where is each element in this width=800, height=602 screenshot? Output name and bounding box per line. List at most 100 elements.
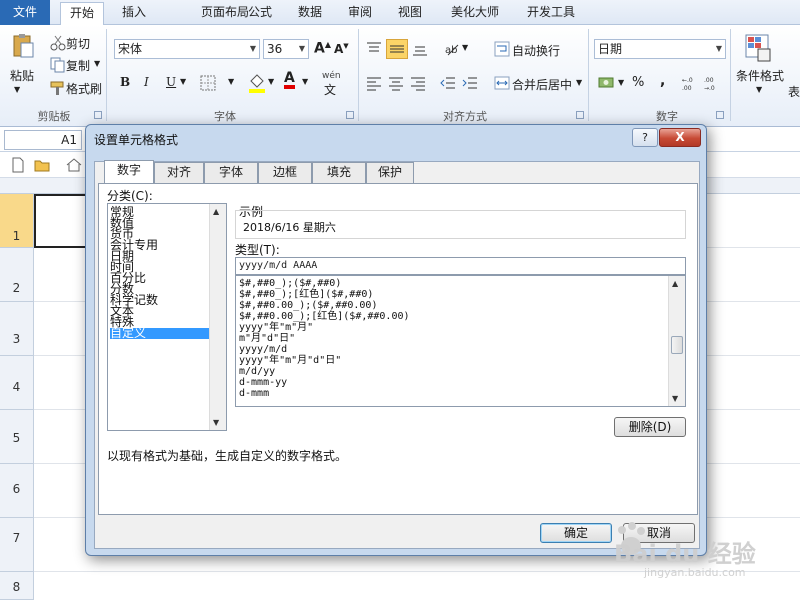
align-center-icon[interactable] bbox=[388, 75, 404, 91]
orientation-icon[interactable]: ab bbox=[444, 41, 460, 57]
row-header[interactable]: 8 bbox=[0, 572, 34, 600]
font-color-icon[interactable]: A bbox=[284, 71, 295, 89]
format-type-list[interactable]: $#,##0_);($#,##0) $#,##0_);[红色]($#,##0) … bbox=[235, 275, 686, 407]
tab-number[interactable]: 数字 bbox=[104, 160, 154, 184]
comma-button[interactable]: , bbox=[660, 73, 665, 89]
row-header[interactable]: 3 bbox=[0, 302, 34, 356]
align-bottom-icon[interactable] bbox=[412, 41, 428, 57]
list-item[interactable]: m/d/yy bbox=[239, 366, 275, 377]
font-size-combo[interactable]: 36 ▼ bbox=[263, 39, 309, 59]
ok-button[interactable]: 确定 bbox=[540, 523, 612, 543]
new-document-icon[interactable] bbox=[10, 157, 26, 173]
number-launcher-icon[interactable] bbox=[716, 111, 724, 119]
row-header[interactable]: 6 bbox=[0, 464, 34, 518]
decrease-indent-icon[interactable] bbox=[440, 75, 456, 91]
close-button[interactable]: X bbox=[659, 128, 701, 147]
scroll-down-icon[interactable]: ▼ bbox=[672, 394, 678, 403]
copy-button[interactable]: 复制 bbox=[66, 57, 90, 74]
format-as-table-button[interactable]: 表 bbox=[788, 83, 800, 100]
list-item[interactable]: $#,##0_);[红色]($#,##0) bbox=[239, 289, 373, 300]
tab-home[interactable]: 开始 bbox=[60, 2, 104, 26]
clipboard-launcher-icon[interactable] bbox=[94, 111, 102, 119]
underline-dropdown-icon[interactable]: ▼ bbox=[180, 77, 186, 86]
row-header[interactable]: 5 bbox=[0, 410, 34, 464]
list-item[interactable]: $#,##0.00_);[红色]($#,##0.00) bbox=[239, 311, 410, 322]
name-box[interactable]: A1 bbox=[4, 130, 82, 150]
currency-icon[interactable] bbox=[598, 75, 618, 91]
list-item[interactable]: m"月"d"日" bbox=[239, 333, 295, 344]
format-painter-button[interactable]: 格式刷 bbox=[66, 80, 102, 97]
tab-formulas[interactable]: 公式 bbox=[240, 2, 280, 25]
row-header[interactable]: 4 bbox=[0, 356, 34, 410]
scroll-up-icon[interactable]: ▲ bbox=[213, 207, 219, 216]
increase-decimal-icon[interactable]: ←.0.00 bbox=[682, 75, 698, 92]
list-item[interactable]: d-mmm bbox=[239, 388, 269, 399]
fill-color-icon[interactable] bbox=[248, 73, 266, 93]
increase-indent-icon[interactable] bbox=[462, 75, 478, 91]
fill-color-dropdown-icon[interactable]: ▼ bbox=[268, 77, 274, 86]
align-top-icon[interactable] bbox=[366, 41, 382, 57]
decrease-decimal-icon[interactable]: .00 →.0 bbox=[704, 75, 720, 92]
category-scrollbar[interactable]: ▲ ▼ bbox=[209, 204, 226, 430]
paste-button[interactable]: 粘贴 bbox=[10, 67, 34, 84]
border-dropdown-icon[interactable]: ▼ bbox=[228, 77, 234, 86]
conditional-format-icon[interactable] bbox=[744, 33, 772, 63]
tab-view[interactable]: 视图 bbox=[390, 2, 430, 25]
currency-dropdown-icon[interactable]: ▼ bbox=[618, 78, 624, 87]
conditional-format-dropdown-icon[interactable]: ▼ bbox=[756, 85, 762, 94]
wrap-text-button[interactable]: 自动换行 bbox=[512, 42, 560, 59]
underline-button[interactable]: U bbox=[166, 75, 176, 89]
percent-button[interactable]: % bbox=[632, 75, 644, 90]
delete-button[interactable]: 删除(D) bbox=[614, 417, 686, 437]
conditional-format-button[interactable]: 条件格式 bbox=[736, 67, 784, 84]
tab-insert[interactable]: 插入 bbox=[112, 2, 156, 25]
scrollbar-thumb[interactable] bbox=[671, 336, 683, 354]
tab-data[interactable]: 数据 bbox=[290, 2, 330, 25]
category-list[interactable]: 常规 数值 货币 会计专用 日期 时间 百分比 分数 科学记数 文本 特殊 自定… bbox=[107, 203, 227, 431]
row-header[interactable]: 2 bbox=[0, 248, 34, 302]
tab-file[interactable]: 文件 bbox=[0, 0, 50, 25]
list-item[interactable]: $#,##0_);($#,##0) bbox=[239, 278, 341, 289]
font-launcher-icon[interactable] bbox=[346, 111, 354, 119]
tab-review[interactable]: 审阅 bbox=[340, 2, 380, 25]
paste-dropdown-icon[interactable]: ▼ bbox=[14, 85, 20, 94]
tab-alignment[interactable]: 对齐 bbox=[154, 162, 204, 183]
copy-dropdown-icon[interactable]: ▼ bbox=[94, 59, 100, 68]
help-button[interactable]: ? bbox=[632, 128, 658, 147]
align-left-icon[interactable] bbox=[366, 75, 382, 91]
border-icon[interactable] bbox=[200, 75, 216, 91]
tab-fill[interactable]: 填充 bbox=[312, 162, 366, 183]
list-item[interactable]: $#,##0.00_);($#,##0.00) bbox=[239, 300, 377, 311]
align-right-icon[interactable] bbox=[410, 75, 426, 91]
tab-protection[interactable]: 保护 bbox=[366, 162, 414, 183]
format-list-scrollbar[interactable]: ▲ ▼ bbox=[668, 276, 685, 406]
cut-button[interactable]: 剪切 bbox=[66, 35, 90, 52]
home-icon[interactable] bbox=[66, 157, 82, 173]
list-item[interactable]: yyyy"年"m"月" bbox=[239, 322, 313, 333]
font-color-dropdown-icon[interactable]: ▼ bbox=[302, 77, 308, 86]
number-format-combo[interactable]: 日期 ▼ bbox=[594, 39, 726, 59]
shrink-font-icon[interactable]: A▼ bbox=[334, 42, 349, 56]
italic-button[interactable]: I bbox=[144, 75, 149, 89]
tab-developer[interactable]: 开发工具 bbox=[520, 2, 582, 25]
grow-font-icon[interactable]: A▲ bbox=[314, 40, 331, 57]
row-header[interactable]: 7 bbox=[0, 518, 34, 572]
list-item[interactable]: d-mmm-yy bbox=[239, 377, 287, 388]
phonetic-icon[interactable]: 文 bbox=[324, 81, 336, 98]
tab-border[interactable]: 边框 bbox=[258, 162, 312, 183]
orientation-dropdown-icon[interactable]: ▼ bbox=[462, 43, 468, 52]
type-input[interactable]: yyyy/m/d AAAA bbox=[235, 257, 686, 275]
tab-beautify[interactable]: 美化大师 bbox=[444, 2, 506, 25]
list-item[interactable]: yyyy/m/d bbox=[239, 344, 287, 355]
alignment-launcher-icon[interactable] bbox=[576, 111, 584, 119]
scroll-down-icon[interactable]: ▼ bbox=[213, 418, 219, 427]
bold-button[interactable]: B bbox=[120, 75, 130, 89]
merge-dropdown-icon[interactable]: ▼ bbox=[576, 78, 582, 87]
list-item[interactable]: yyyy"年"m"月"d"日" bbox=[239, 355, 341, 366]
open-folder-icon[interactable] bbox=[34, 157, 50, 173]
row-header[interactable]: 1 bbox=[0, 194, 34, 248]
merge-center-button[interactable]: 合并后居中 bbox=[512, 76, 572, 93]
scroll-up-icon[interactable]: ▲ bbox=[672, 279, 678, 288]
tab-font[interactable]: 字体 bbox=[204, 162, 258, 183]
align-middle-icon[interactable] bbox=[386, 39, 408, 59]
